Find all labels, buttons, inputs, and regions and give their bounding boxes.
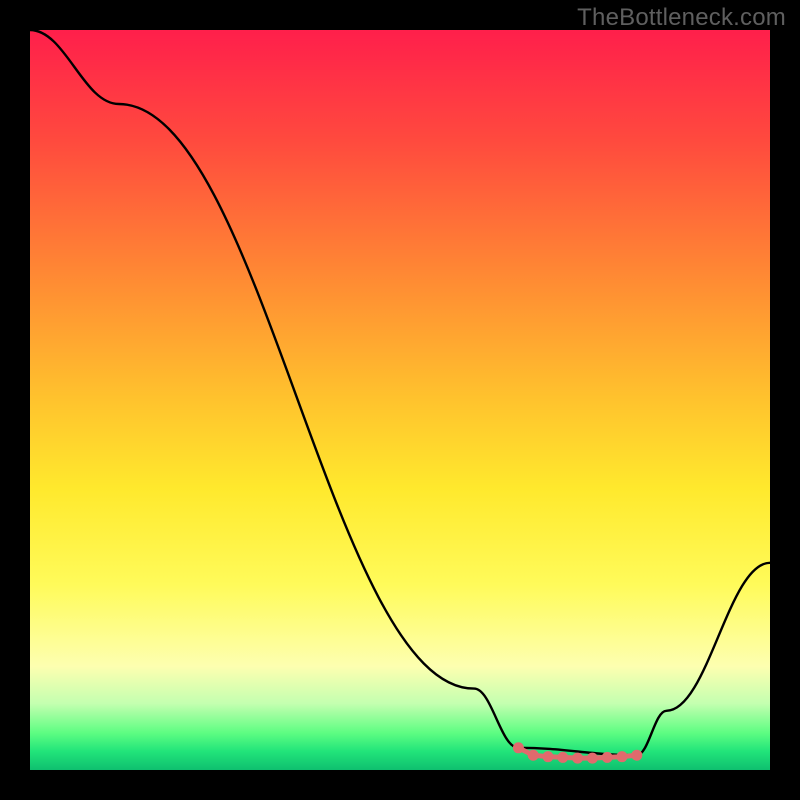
optimal-marker — [513, 742, 524, 753]
optimal-marker — [587, 753, 598, 764]
optimal-marker — [557, 752, 568, 763]
optimal-marker — [572, 753, 583, 764]
chart-svg — [30, 30, 770, 770]
optimal-marker — [543, 751, 554, 762]
bottleneck-curve — [30, 30, 770, 755]
plot-area — [30, 30, 770, 770]
optimal-marker — [602, 752, 613, 763]
chart-frame: TheBottleneck.com — [0, 0, 800, 800]
optimal-band-markers — [513, 742, 642, 763]
optimal-marker — [528, 750, 539, 761]
watermark-label: TheBottleneck.com — [577, 4, 786, 32]
optimal-marker — [631, 750, 642, 761]
optimal-marker — [617, 751, 628, 762]
